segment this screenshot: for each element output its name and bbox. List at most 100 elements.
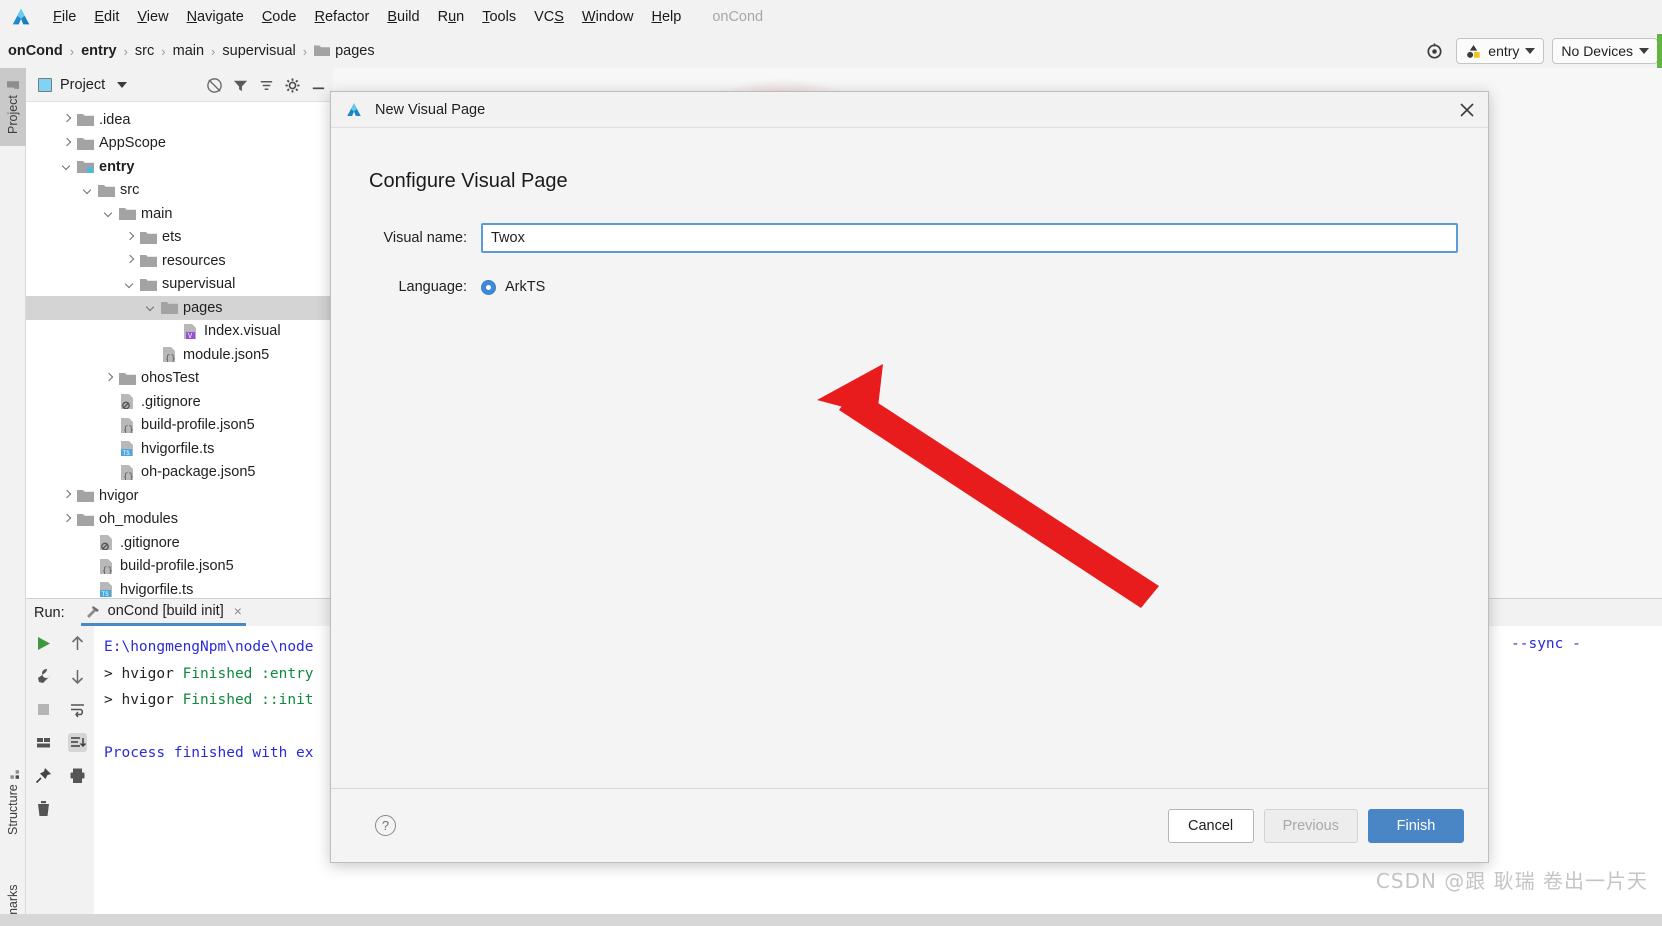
tree-node-supervisual[interactable]: supervisual [26, 273, 333, 297]
rerun-play-icon[interactable] [34, 634, 53, 653]
breadcrumb-item-main[interactable]: main [173, 43, 204, 59]
breadcrumb-bar: onCond › entry › src › main › supervisual › pages … [0, 34, 1662, 68]
tree-node-ohostest[interactable]: ohosTest [26, 367, 333, 391]
chevron-down-icon[interactable] [103, 207, 116, 220]
tree-node-label: src [120, 182, 140, 199]
menu-item-refactor[interactable]: Refactor [306, 7, 379, 27]
sidebar-item-project[interactable]: Project [0, 68, 26, 146]
menu-item-run[interactable]: Run [429, 7, 474, 27]
chevron-down-icon[interactable] [145, 301, 158, 314]
tree-node-resources[interactable]: resources [26, 249, 333, 273]
tree-node-ets[interactable]: ets [26, 226, 333, 250]
collapse-all-icon[interactable] [206, 77, 223, 94]
folder-icon [77, 112, 94, 127]
menu-item-navigate[interactable]: Navigate [178, 7, 253, 27]
visual-name-input[interactable] [481, 223, 1458, 253]
expand-icon[interactable] [258, 77, 275, 94]
breadcrumb-separator: › [161, 43, 166, 59]
ts-file-icon: TS [98, 582, 115, 598]
soft-wrap-icon[interactable] [68, 700, 87, 719]
tree-node-label: pages [183, 299, 223, 316]
tree-node-src[interactable]: src [26, 179, 333, 203]
visual-file-icon: V [182, 323, 199, 341]
breadcrumb-item-oncond[interactable]: onCond [8, 43, 63, 59]
console-segment: ::init [261, 692, 314, 708]
device-selector[interactable]: No Devices [1552, 38, 1658, 64]
chevron-right-icon[interactable] [61, 137, 74, 150]
menu-item-code[interactable]: Code [253, 7, 306, 27]
menu-item-view[interactable]: View [128, 7, 177, 27]
sidebar-item-structure[interactable]: Structure [0, 758, 26, 846]
tree-node-main[interactable]: main [26, 202, 333, 226]
hide-window-icon[interactable] [310, 77, 327, 94]
rail-structure-label: Structure [6, 784, 20, 836]
print-icon[interactable] [68, 766, 87, 785]
menu-item-tools[interactable]: Tools [473, 7, 525, 27]
tree-node-oh-modules[interactable]: oh_modules [26, 508, 333, 532]
run-tab-oncond[interactable]: onCond [build init] × [80, 599, 246, 626]
chevron-down-icon[interactable] [82, 184, 95, 197]
console-segment: Process finished with ex [104, 745, 314, 761]
tree-node-index-visual[interactable]: V Index.visual [26, 320, 333, 344]
tree-node-appscope[interactable]: AppScope [26, 132, 333, 156]
filter-icon[interactable] [232, 77, 249, 94]
chevron-down-icon[interactable] [61, 160, 74, 173]
json-file-icon: {} [119, 464, 136, 482]
breadcrumb-item-src[interactable]: src [135, 43, 154, 59]
grid-layout-icon[interactable] [34, 733, 53, 752]
trash-icon[interactable] [34, 799, 53, 818]
folder-icon [140, 253, 157, 268]
finish-button[interactable]: Finish [1368, 808, 1464, 843]
tree-node--gitignore[interactable]: .gitignore [26, 531, 333, 555]
close-icon[interactable]: × [230, 603, 242, 619]
chevron-down-icon[interactable] [117, 81, 128, 88]
chevron-right-icon[interactable] [61, 513, 74, 526]
language-radio-arkts[interactable]: ArkTS [481, 279, 545, 295]
menu-item-file[interactable]: File [44, 7, 85, 27]
wrench-icon[interactable] [34, 667, 53, 686]
menu-item-vcs[interactable]: VCS [525, 7, 573, 27]
up-arrow-icon[interactable] [68, 634, 87, 653]
cancel-button[interactable]: Cancel [1167, 808, 1254, 843]
down-arrow-icon[interactable] [68, 667, 87, 686]
run-configuration-selector[interactable]: entry [1456, 38, 1545, 64]
chevron-down-icon[interactable] [124, 278, 137, 291]
tree-node-label: entry [99, 158, 135, 175]
chevron-right-icon[interactable] [124, 254, 137, 267]
breadcrumb-item-supervisual[interactable]: supervisual [222, 43, 295, 59]
tree-node-pages[interactable]: pages [26, 296, 333, 320]
tree-node--gitignore[interactable]: .gitignore [26, 390, 333, 414]
tree-node-hvigor[interactable]: hvigor [26, 484, 333, 508]
tree-node-build-profile-json5[interactable]: {} build-profile.json5 [26, 555, 333, 579]
settings-gear-icon[interactable] [284, 77, 301, 94]
chevron-right-icon[interactable] [61, 489, 74, 502]
breadcrumb-item-entry[interactable]: entry [81, 43, 116, 59]
stop-icon[interactable] [34, 700, 53, 719]
tree-node-entry[interactable]: entry [26, 155, 333, 179]
chevron-right-icon[interactable] [103, 372, 116, 385]
menu-item-help[interactable]: Help [642, 7, 690, 27]
pin-icon[interactable] [34, 766, 53, 785]
menu-item-window[interactable]: Window [573, 7, 643, 27]
menu-item-edit[interactable]: Edit [85, 7, 128, 27]
close-icon[interactable] [1456, 99, 1478, 121]
tree-node-build-profile-json5[interactable]: {} build-profile.json5 [26, 414, 333, 438]
tree-node-module-json5[interactable]: {} module.json5 [26, 343, 333, 367]
radio-selected-icon[interactable] [481, 279, 496, 295]
help-question-icon[interactable]: ? [375, 815, 396, 836]
tree-node-hvigorfile-ts[interactable]: TS hvigorfile.ts [26, 437, 333, 461]
breadcrumb-item-pages[interactable]: pages [314, 43, 375, 59]
menu-item-build[interactable]: Build [378, 7, 428, 27]
tree-node-oh-package-json5[interactable]: {} oh-package.json5 [26, 461, 333, 485]
tree-node-label: .idea [99, 111, 131, 128]
breadcrumb-separator: › [211, 43, 216, 59]
chevron-right-icon[interactable] [124, 231, 137, 244]
chevron-right-icon[interactable] [61, 113, 74, 126]
project-tree[interactable]: .idea AppScope entry src main ets resources sup… [26, 102, 333, 602]
scroll-to-end-icon[interactable] [67, 733, 87, 752]
target-icon[interactable] [1421, 38, 1448, 64]
tree-node--idea[interactable]: .idea [26, 108, 333, 132]
language-label: Language: [398, 279, 467, 295]
